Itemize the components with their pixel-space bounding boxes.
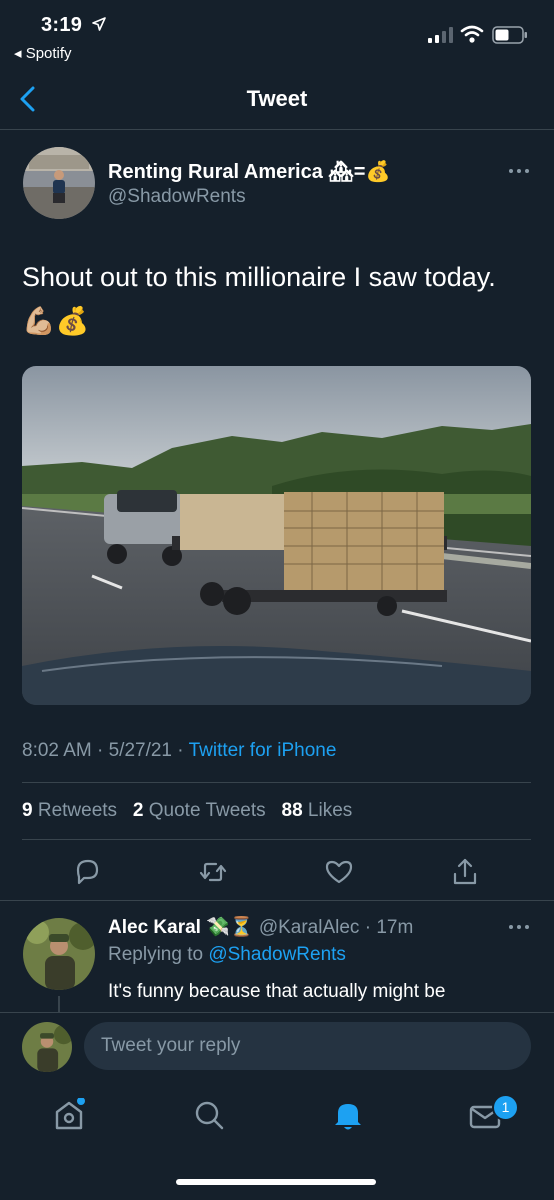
reply-author-handle[interactable]: @KaralAlec (259, 917, 360, 938)
tweet-source-link[interactable]: Twitter for iPhone (189, 740, 337, 761)
reply-author-avatar[interactable] (23, 918, 95, 990)
reply-more-options-icon[interactable] (508, 924, 530, 930)
retweets-stat[interactable]: 9 Retweets (22, 800, 117, 821)
cellular-signal-icon (428, 27, 453, 43)
composer-avatar (22, 1022, 72, 1072)
author-avatar[interactable] (23, 147, 95, 219)
reply-icon[interactable] (70, 855, 104, 889)
quote-tweets-stat[interactable]: 2 Quote Tweets (133, 800, 266, 821)
reply-text: It's funny because that actually might b… (108, 981, 446, 1002)
page-title: Tweet (246, 86, 308, 111)
tweet-date: 5/27/21 (108, 740, 173, 761)
reply-header: Alec Karal 💸⏳ @KaralAlec · 17m (108, 917, 414, 938)
reply-author-name[interactable]: Alec Karal 💸⏳ (108, 917, 254, 938)
header-divider (0, 129, 554, 130)
like-heart-icon[interactable] (322, 855, 356, 889)
replying-to: Replying to @ShadowRents (108, 944, 346, 965)
reply-composer-input[interactable]: Tweet your reply (84, 1022, 531, 1070)
more-options-icon[interactable] (508, 168, 530, 174)
stats-divider-top (22, 782, 531, 783)
tweet-text: Shout out to this millionaire I saw toda… (22, 262, 496, 336)
thread-line (58, 996, 60, 1012)
messages-badge: 1 (492, 1094, 519, 1121)
tweet-meta: 8:02 AM · 5/27/21 · Twitter for iPhone (22, 740, 337, 761)
tweet-photo[interactable] (22, 366, 531, 705)
retweet-icon[interactable] (196, 855, 230, 889)
status-time: 3:19 (41, 14, 83, 36)
replying-to-handle-link[interactable]: @ShadowRents (208, 944, 346, 965)
notifications-tab-icon[interactable] (332, 1098, 364, 1132)
likes-stat[interactable]: 88 Likes (282, 800, 353, 821)
share-icon[interactable] (448, 855, 482, 889)
home-tab-icon[interactable] (53, 1098, 85, 1132)
stats-divider-bottom (22, 839, 531, 840)
battery-icon (492, 26, 527, 44)
reply-time: 17m (376, 917, 414, 938)
location-arrow-icon (92, 17, 106, 31)
reply-divider (0, 900, 554, 901)
tweet-stats: 9 Retweets 2 Quote Tweets 88 Likes (22, 800, 352, 822)
wifi-icon (460, 25, 484, 43)
home-indicator[interactable] (176, 1179, 376, 1185)
composer-divider (0, 1012, 554, 1013)
tweet-time: 8:02 AM (22, 740, 92, 761)
author-name[interactable]: Renting Rural America 🏘=💰 (108, 159, 390, 184)
author-handle[interactable]: @ShadowRents (108, 186, 246, 208)
search-tab-icon[interactable] (192, 1098, 226, 1132)
back-to-app-link[interactable]: ◂ Spotify (14, 44, 72, 62)
